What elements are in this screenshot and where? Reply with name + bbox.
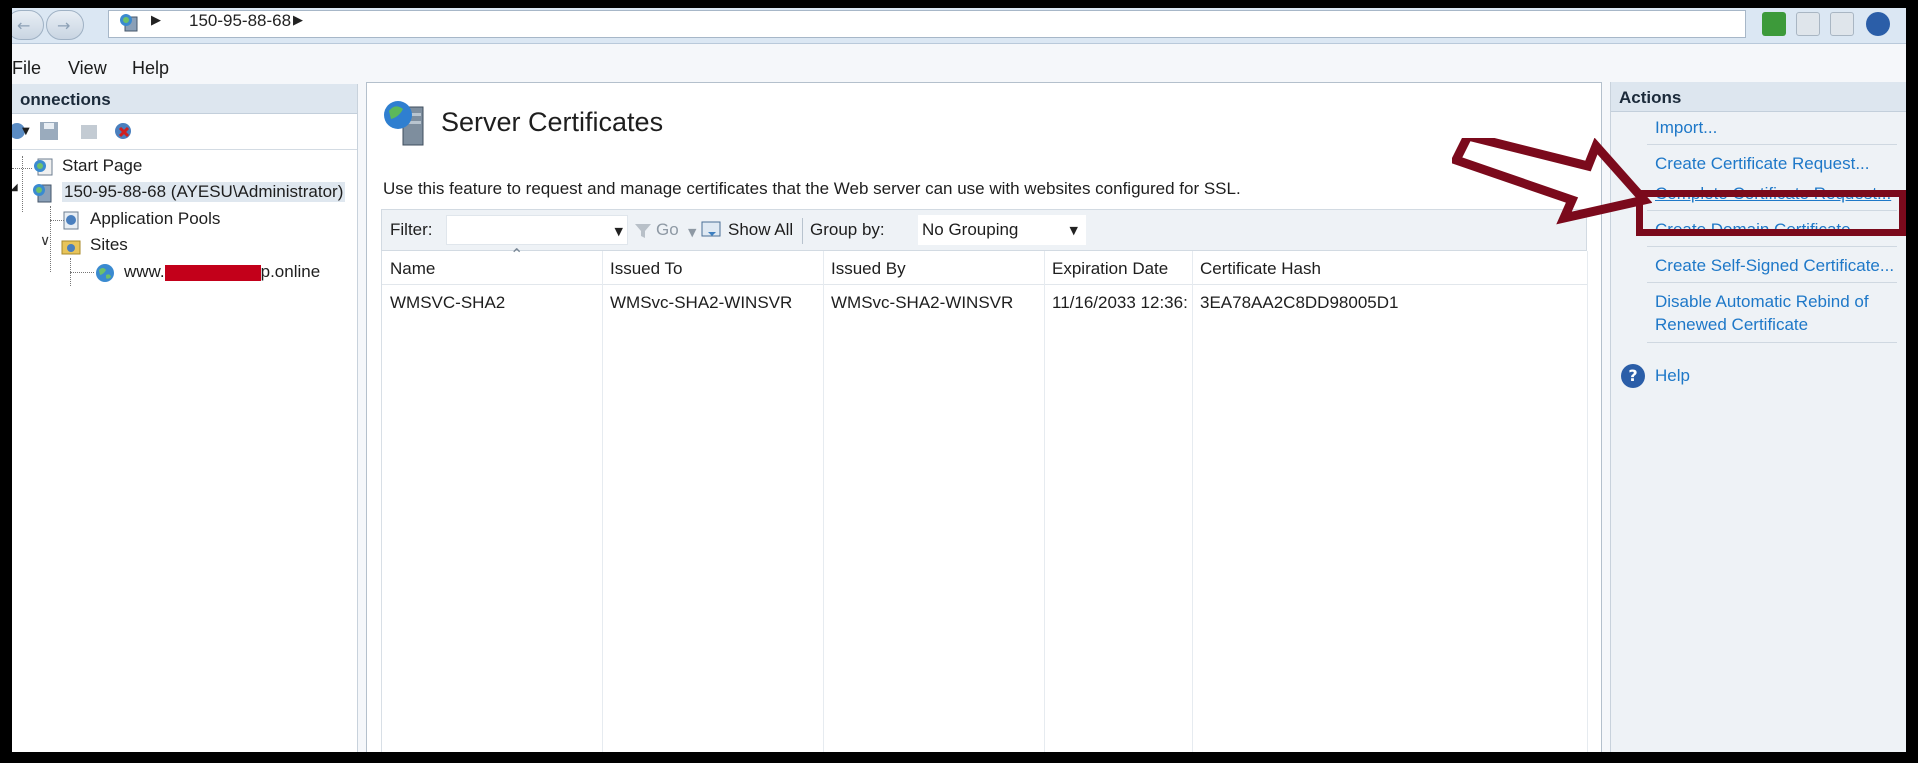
address-bar: ← → ▶ 150-95-88-68 ▶	[12, 8, 1906, 44]
sites-folder-icon	[61, 240, 81, 255]
show-all-button[interactable]: Show All	[728, 220, 793, 240]
column-header-expiration-date[interactable]: Expiration Date	[1052, 259, 1168, 279]
expand-chevron-icon[interactable]: ∨	[40, 233, 50, 249]
funnel-icon	[635, 224, 651, 238]
sort-ascending-icon: ⌃	[510, 245, 524, 264]
website-suffix: p.online	[260, 262, 321, 281]
cell-name: WMSVC-SHA2	[390, 293, 506, 312]
cell-issued-to: WMSvc-SHA2-WINSVR	[610, 293, 793, 312]
help-icon[interactable]	[1866, 12, 1890, 36]
disconnect-icon[interactable]	[112, 120, 134, 142]
table-header: ⌃ Name Issued To Issued By Expiration Da…	[382, 245, 1588, 285]
toolbar-icons	[1754, 12, 1904, 38]
certificates-table: ⌃ Name Issued To Issued By Expiration Da…	[381, 245, 1588, 752]
redacted-domain	[164, 264, 261, 281]
home-icon[interactable]	[1830, 12, 1854, 36]
actions-header: Actions	[1611, 82, 1906, 112]
forward-button[interactable]: →	[46, 10, 84, 40]
filter-bar: Filter: ▼ Go ▼ Show All Group by: No Gro…	[381, 209, 1587, 251]
cell-expiration-date: 11/16/2033 12:36:4...	[1052, 293, 1188, 312]
page-title: Server Certificates	[441, 107, 664, 137]
action-disable-automatic-rebind-line2[interactable]: Renewed Certificate	[1655, 313, 1808, 336]
action-create-certificate-request[interactable]: Create Certificate Request...	[1655, 152, 1869, 175]
show-all-icon	[701, 221, 721, 237]
column-header-issued-by[interactable]: Issued By	[831, 259, 906, 279]
annotation-highlight-box	[1636, 190, 1906, 236]
go-dropdown-icon[interactable]: ▼	[688, 226, 696, 239]
menu-help[interactable]: Help	[132, 58, 169, 79]
annotation-arrow-icon	[1452, 138, 1652, 225]
refresh-icon[interactable]	[1762, 12, 1786, 36]
forward-arrow-icon: →	[57, 16, 71, 35]
server-icon	[33, 184, 52, 203]
column-header-certificate-hash[interactable]: Certificate Hash	[1200, 259, 1321, 279]
collapse-icon[interactable]: ◢	[12, 182, 18, 193]
connections-panel: onnections ▼ Start Page ◢ 150-95-88-68 (…	[12, 84, 358, 752]
action-import[interactable]: Import...	[1655, 116, 1717, 139]
navigation-arrows: ← →	[12, 10, 106, 40]
iis-manager-window: ← → ▶ 150-95-88-68 ▶ File View Help onne…	[12, 8, 1906, 752]
group-by-dropdown-icon[interactable]: ▼	[1070, 224, 1078, 237]
save-icon[interactable]	[38, 120, 60, 142]
tree-item-label: 150-95-88-68 (AYESU\Administrator)	[62, 182, 346, 202]
server-icon	[120, 14, 138, 32]
cell-issued-by: WMSvc-SHA2-WINSVR	[831, 293, 1014, 312]
up-level-icon[interactable]	[78, 120, 100, 142]
dropdown-arrow-icon[interactable]: ▼	[22, 126, 30, 137]
group-by-select[interactable]: No Grouping ▼	[918, 215, 1086, 245]
group-by-value: No Grouping	[922, 220, 1019, 239]
menu-view[interactable]: View	[68, 58, 107, 79]
filter-dropdown-icon[interactable]: ▼	[615, 225, 623, 238]
breadcrumb-server[interactable]: 150-95-88-68	[189, 11, 291, 31]
globe-icon	[96, 264, 114, 282]
server-certificates-icon	[384, 101, 424, 146]
action-create-self-signed-certificate[interactable]: Create Self-Signed Certificate...	[1655, 254, 1894, 277]
filter-label: Filter:	[390, 220, 433, 239]
start-page-icon	[34, 158, 53, 176]
column-header-name[interactable]: Name	[390, 259, 435, 279]
tree-item-label: Start Page	[62, 156, 143, 175]
back-button[interactable]: ←	[12, 10, 44, 40]
website-prefix: www.	[124, 262, 165, 281]
connections-header: onnections	[12, 84, 357, 114]
column-header-issued-to[interactable]: Issued To	[610, 259, 682, 279]
go-button[interactable]: Go	[656, 220, 679, 240]
group-by-label: Group by:	[810, 220, 885, 239]
tree-item-label: Sites	[90, 235, 128, 254]
filter-input[interactable]: ▼	[446, 215, 628, 245]
help-icon: ?	[1621, 364, 1645, 388]
breadcrumb-arrow-icon[interactable]: ▶	[151, 13, 161, 28]
menu-bar: File View Help	[12, 48, 1906, 84]
app-pools-icon	[63, 211, 79, 230]
actions-panel: Actions Import... Create Certificate Req…	[1610, 82, 1906, 752]
menu-file[interactable]: File	[12, 58, 41, 79]
server-certificates-panel: Server Certificates Use this feature to …	[366, 82, 1602, 752]
back-arrow-icon: ←	[17, 16, 31, 35]
page-description: Use this feature to request and manage c…	[383, 179, 1241, 198]
address-field[interactable]: ▶ 150-95-88-68 ▶	[108, 10, 1746, 38]
stop-icon[interactable]	[1796, 12, 1820, 36]
connections-toolbar: ▼	[12, 114, 357, 150]
tree-item-label: Application Pools	[90, 209, 221, 228]
website-label: www. p.online	[124, 262, 320, 282]
breadcrumb-arrow-icon[interactable]: ▶	[293, 13, 303, 28]
action-disable-automatic-rebind-line1[interactable]: Disable Automatic Rebind of	[1655, 290, 1869, 313]
toolbar-separator	[802, 218, 803, 244]
cell-certificate-hash: 3EA78AA2C8DD98005D1	[1200, 293, 1399, 312]
action-help[interactable]: Help	[1655, 364, 1690, 387]
